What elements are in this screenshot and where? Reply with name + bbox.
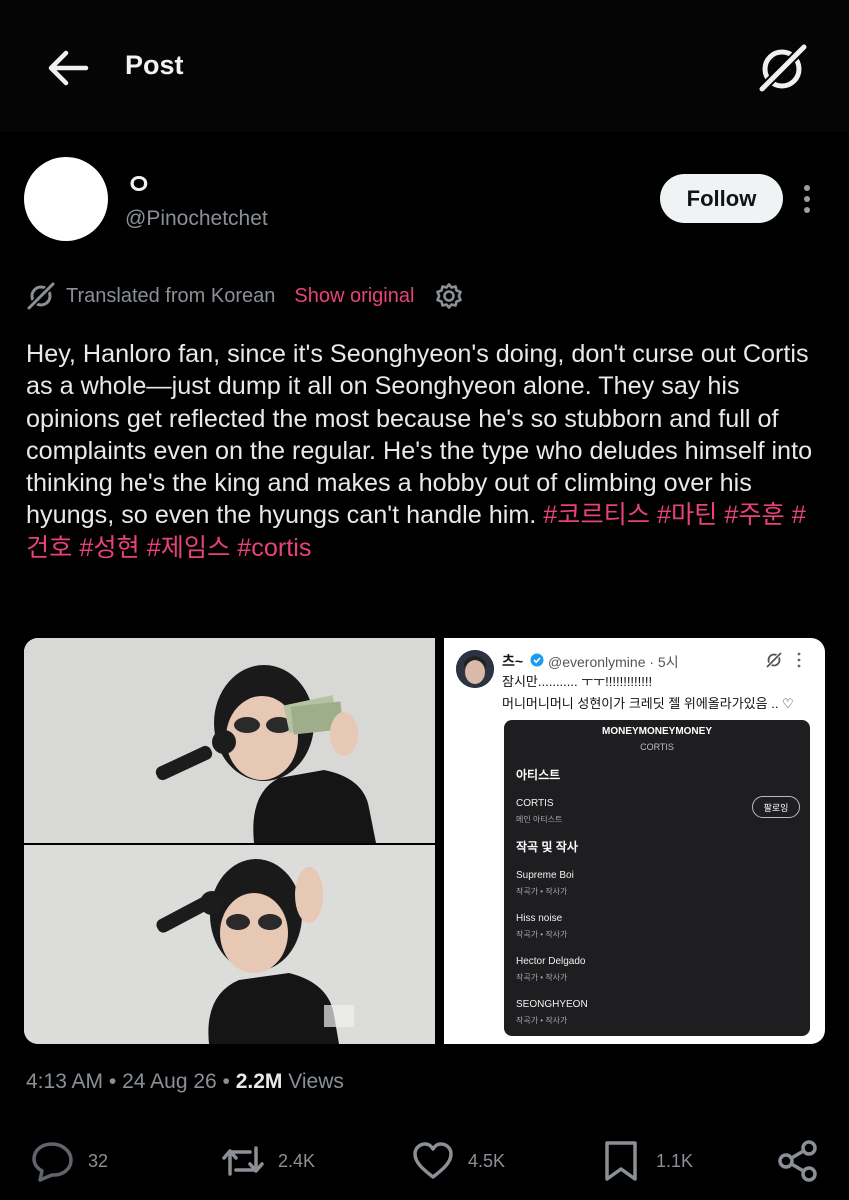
hashtag[interactable]: #제임스 — [147, 534, 231, 562]
quoted-screenshot[interactable]: 츠~ @everonlymine · 5시 잠시만........... ㅜㅜ!… — [444, 638, 825, 1044]
ss-following-button: 팔로잉 — [752, 796, 800, 818]
photo-person-with-money — [24, 638, 435, 843]
credit-role: 작곡가 • 작사가 — [516, 1016, 568, 1025]
hashtag[interactable]: #코르티스 — [543, 501, 650, 529]
author-display-name[interactable]: ㅇ — [126, 163, 152, 203]
hashtag[interactable]: #cortis — [237, 534, 311, 562]
more-options-button[interactable] — [797, 183, 817, 215]
artist-section-title: 아티스트 — [516, 768, 561, 782]
views-label: Views — [288, 1070, 344, 1093]
verified-badge-icon — [530, 653, 544, 667]
grok-button[interactable] — [754, 40, 810, 96]
media-grid: 츠~ @everonlymine · 5시 잠시만........... ㅜㅜ!… — [24, 638, 825, 1044]
back-button[interactable] — [46, 48, 90, 88]
ss-handle-time: @everonlymine · 5시 — [548, 654, 679, 670]
song-title: MONEYMONEYMONEY — [601, 726, 712, 737]
author-handle[interactable]: @Pinochetchet — [125, 207, 268, 231]
follow-button[interactable]: Follow — [660, 174, 783, 223]
meta-separator: • — [108, 1070, 123, 1093]
credit-name: Hiss noise — [516, 913, 563, 924]
repost-count: 2.4K — [278, 1150, 316, 1171]
credit-name: SEONGHYEON — [516, 999, 588, 1010]
credit-name: Hector Delgado — [516, 956, 586, 967]
credit-role: 작곡가 • 작사가 — [516, 973, 568, 982]
repost-icon — [222, 1146, 264, 1176]
avatar[interactable] — [24, 157, 108, 241]
like-button[interactable]: 4.5K — [410, 1138, 505, 1184]
grok-icon — [757, 42, 809, 94]
artist-name: CORTIS — [516, 798, 554, 809]
views-count[interactable]: 2.2M — [236, 1070, 283, 1093]
top-bar: Post — [0, 0, 849, 132]
reply-count: 32 — [88, 1150, 109, 1171]
share-button[interactable] — [775, 1138, 821, 1184]
credit-role: 작곡가 • 작사가 — [516, 930, 568, 939]
bookmark-count: 1.1K — [656, 1150, 694, 1171]
hashtag[interactable]: #주훈 — [724, 501, 784, 529]
post-date: 24 Aug 26 — [122, 1070, 217, 1093]
arrow-left-icon — [48, 50, 89, 86]
hashtag[interactable]: #성현 — [79, 534, 139, 562]
artist-role: 메인 아티스트 — [516, 815, 563, 824]
bookmark-icon — [605, 1141, 637, 1181]
translation-row: Translated from Korean Show original — [26, 280, 463, 312]
hashtag[interactable]: #마틴 — [657, 501, 717, 529]
post-text: Hey, Hanloro fan, since it's Seonghyeon'… — [26, 338, 826, 564]
credits-section-title: 작곡 및 작사 — [516, 840, 578, 854]
ss-avatar — [456, 650, 494, 688]
ss-author-name: 츠~ — [502, 653, 524, 669]
show-original-link[interactable]: Show original — [294, 285, 414, 308]
repost-button[interactable]: 2.4K — [220, 1138, 315, 1184]
gear-icon[interactable] — [435, 282, 463, 310]
credits-card: MONEYMONEYMONEY CORTIS 아티스트 CORTIS 메인 아티… — [504, 720, 810, 1036]
share-icon — [778, 1140, 817, 1182]
heart-icon — [413, 1142, 453, 1179]
photo-person-singing — [24, 845, 435, 1044]
photo-top[interactable] — [24, 638, 435, 843]
song-artist: CORTIS — [640, 742, 674, 752]
like-count: 4.5K — [468, 1150, 506, 1171]
credit-role: 작곡가 • 작사가 — [516, 887, 568, 896]
grok-icon — [765, 651, 783, 669]
bookmark-button[interactable]: 1.1K — [598, 1138, 693, 1184]
comment-icon — [32, 1142, 73, 1182]
ss-text-line2: 머니머니머니 성현이가 크레딧 젤 위에올라가있음 .. ♡ — [502, 696, 794, 711]
ss-text-line1: 잠시만........... ㅜㅜ!!!!!!!!!!!!! — [502, 674, 653, 689]
translated-label: Translated from Korean — [66, 284, 276, 307]
post-meta: 4:13 AM • 24 Aug 26 • 2.2M Views — [26, 1070, 344, 1094]
more-vertical-icon — [804, 185, 810, 213]
more-vertical-icon — [797, 652, 801, 668]
post-time: 4:13 AM — [26, 1070, 104, 1093]
meta-separator: • — [222, 1070, 236, 1093]
ss-avatar-image — [456, 650, 494, 688]
grok-translate-icon — [26, 281, 56, 311]
photo-bottom[interactable] — [24, 845, 435, 1044]
reply-button[interactable]: 32 — [30, 1138, 108, 1184]
page-title: Post — [125, 50, 184, 80]
credit-name: Supreme Boi — [516, 870, 574, 881]
